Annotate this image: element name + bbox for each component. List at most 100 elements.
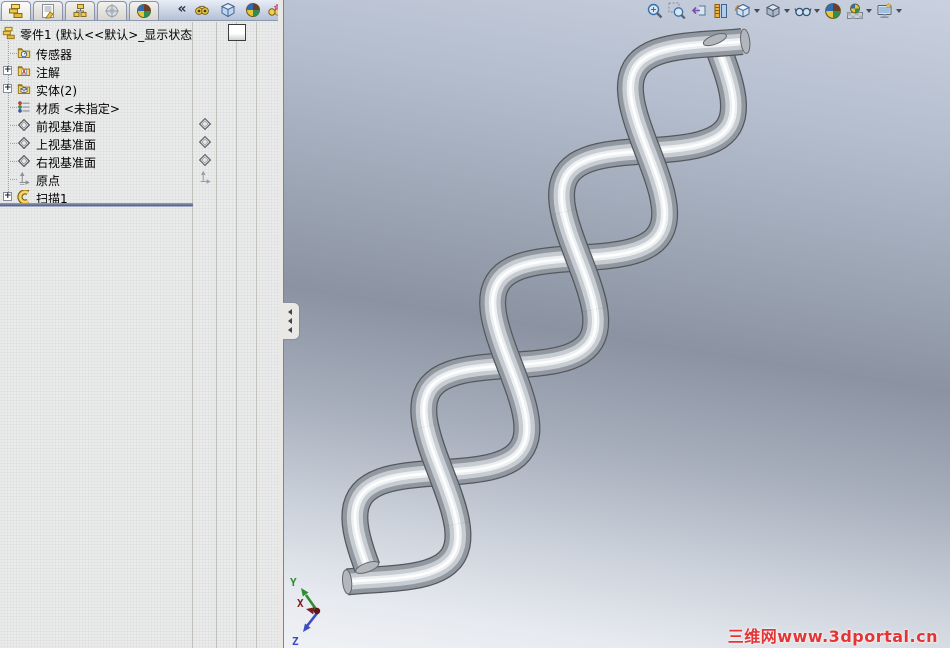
svg-text:A: A <box>22 70 26 76</box>
panel-tab-dimxpertmanager[interactable] <box>97 1 127 20</box>
view-settings-icon <box>876 2 894 20</box>
plane-icon <box>17 154 31 168</box>
hide-show-items-icon <box>794 2 812 20</box>
helix-tube <box>351 37 743 569</box>
rollback-bar[interactable] <box>0 203 193 207</box>
collapse-arrow-icon <box>288 318 292 324</box>
expander-icon[interactable]: + <box>3 84 12 93</box>
tree-item-plane-5-label: 上视基准面 <box>36 138 97 152</box>
panel-tab-propertymanager[interactable] <box>33 1 63 20</box>
tree-connector <box>8 107 17 108</box>
tree-item-sensors-0-label: 传感器 <box>36 48 73 62</box>
zoom-area-icon <box>668 2 686 20</box>
display-pane-ghost-origin-icon <box>198 171 212 185</box>
helix-tube <box>341 33 747 596</box>
solid-bodies-icon <box>17 82 31 96</box>
tree-item-material-3-label: 材质 <未指定> <box>36 102 120 116</box>
panel-tab-displaymanager[interactable] <box>129 1 159 20</box>
axis-x-label: X <box>297 597 304 610</box>
tree-item-plane-6-label: 右视基准面 <box>36 156 97 170</box>
tree-item-solid-bodies-2-label: 实体(2) <box>36 84 77 98</box>
annotations-icon: A <box>17 64 31 78</box>
helix-model[interactable] <box>284 0 950 648</box>
column-appearance-icon[interactable] <box>245 2 261 18</box>
hud-section-view-button[interactable] <box>711 2 731 20</box>
display-pane-separator <box>236 22 237 648</box>
dropdown-arrow-icon[interactable] <box>754 9 760 13</box>
feature-tree-icon <box>2 26 16 40</box>
column-hide-show-icon[interactable] <box>194 2 210 18</box>
tree-connector <box>8 125 17 126</box>
hud-apply-scene-button[interactable] <box>845 2 873 20</box>
panel-tab-configurationmanager[interactable] <box>65 1 95 20</box>
splitter-collapse-tab[interactable] <box>283 302 300 340</box>
watermark: 三维网www.3dportal.cn <box>727 627 938 646</box>
dimxpert-icon <box>104 3 120 19</box>
view-orientation-icon <box>734 2 752 20</box>
apply-scene-icon <box>846 2 864 20</box>
display-manager-icon <box>136 3 152 19</box>
dropdown-arrow-icon[interactable] <box>814 9 820 13</box>
helix-tube <box>346 33 743 571</box>
sweep-icon <box>17 190 31 204</box>
tree-connector <box>8 53 17 54</box>
solidworks-window: { "panel": { "tabs": [ {"icon": "feature… <box>0 0 950 648</box>
helix-tube <box>343 35 746 595</box>
dropdown-arrow-icon[interactable] <box>866 9 872 13</box>
collapse-arrow-icon <box>288 309 292 315</box>
tree-item-origin-7-label: 原点 <box>36 174 61 188</box>
display-pane-separator <box>216 22 217 648</box>
plane-icon <box>17 136 31 150</box>
tree-connector <box>8 161 17 162</box>
display-pane-ghost-plane-icon <box>198 135 212 149</box>
hud-previous-view-button[interactable] <box>689 2 709 20</box>
orientation-triad: Y Z X <box>290 576 321 648</box>
hud-view-orientation-button[interactable] <box>733 2 761 20</box>
dropdown-arrow-icon[interactable] <box>896 9 902 13</box>
collapse-panel-button[interactable]: « <box>174 0 190 20</box>
hud-display-style-button[interactable] <box>763 2 791 20</box>
dropdown-arrow-icon[interactable] <box>784 9 790 13</box>
helix-tube <box>346 36 742 590</box>
hud-edit-appearance-button[interactable] <box>823 2 843 20</box>
hud-hide-show-items-button[interactable] <box>793 2 821 20</box>
material-icon <box>17 100 31 114</box>
panel-tab-bar <box>0 0 278 21</box>
configuration-manager-icon <box>72 3 88 19</box>
collapse-arrow-icon <box>288 327 292 333</box>
tree-item-part-root-label: 零件1 (默认<<默认>_显示状态 <box>20 28 193 42</box>
tree-connector <box>8 143 17 144</box>
helix-tube <box>347 39 735 584</box>
edit-appearance-icon <box>824 2 842 20</box>
expander-icon[interactable]: + <box>3 192 12 201</box>
tree-item-annotations-1-label: 注解 <box>36 66 61 80</box>
plane-icon <box>17 118 31 132</box>
axis-z-label: Z <box>292 635 299 648</box>
column-display-mode-icon[interactable] <box>220 2 236 18</box>
zoom-fit-icon <box>646 2 664 20</box>
section-view-icon <box>712 2 730 20</box>
featuremanager-panel: « 零件1 (默认<<默认>_显示状态传感器 + A 注解 + 实体(2) 材质 <未指定>… <box>0 0 282 648</box>
feature-tree-icon <box>8 3 24 19</box>
helix-tube <box>346 38 738 586</box>
expander-icon[interactable]: + <box>3 66 12 75</box>
appearance-swatch[interactable] <box>228 24 246 41</box>
panel-tab-featuremanager[interactable] <box>1 1 31 20</box>
helix-tube <box>341 28 748 574</box>
axis-y-label: Y <box>290 576 297 589</box>
display-pane-ghost-plane-icon <box>198 153 212 167</box>
previous-view-icon <box>690 2 708 20</box>
origin-icon <box>17 172 31 186</box>
display-pane-separator <box>192 22 193 648</box>
hud-zoom-fit-button[interactable] <box>645 2 665 20</box>
display-pane-ghost-plane-icon <box>198 117 212 131</box>
display-pane-separator <box>256 22 257 648</box>
helix-tube <box>342 29 747 572</box>
tree-item-plane-4-label: 前视基准面 <box>36 120 97 134</box>
helix-tube <box>353 40 743 568</box>
display-style-icon <box>764 2 782 20</box>
sensors-icon <box>17 46 31 60</box>
hud-zoom-area-button[interactable] <box>667 2 687 20</box>
hud-view-settings-button[interactable] <box>875 2 903 20</box>
graphics-area[interactable]: Y Z X 三维网www.3dportal.cn <box>284 0 950 648</box>
